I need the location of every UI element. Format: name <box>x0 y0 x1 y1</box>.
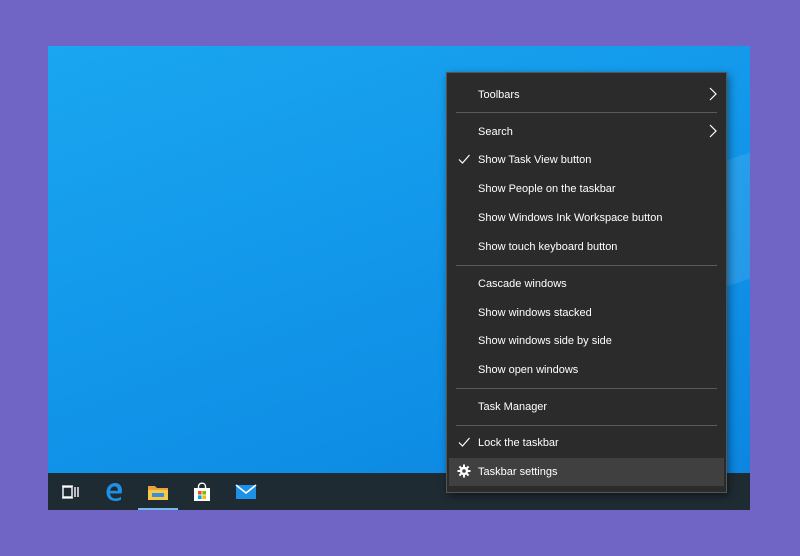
menu-item-lock-taskbar[interactable]: Lock the taskbar <box>449 429 724 456</box>
menu-item-show-people[interactable]: Show People on the taskbar <box>449 175 724 202</box>
menu-item-show-touch-keyboard[interactable]: Show touch keyboard button <box>449 233 724 260</box>
menu-item-windows-stacked[interactable]: Show windows stacked <box>449 299 724 326</box>
menu-item-label: Toolbars <box>478 88 520 101</box>
menu-item-label: Show open windows <box>478 363 579 376</box>
edge-button[interactable] <box>92 473 136 510</box>
menu-separator <box>456 265 717 266</box>
menu-item-label: Show Windows Ink Workspace button <box>478 211 663 224</box>
menu-item-show-open-windows[interactable]: Show open windows <box>449 356 724 383</box>
file-explorer-button[interactable] <box>136 473 180 510</box>
menu-item-taskbar-settings[interactable]: Taskbar settings <box>449 458 724 486</box>
menu-item-label: Show windows side by side <box>478 334 612 347</box>
menu-item-label: Taskbar settings <box>478 466 558 478</box>
menu-item-show-task-view-button[interactable]: Show Task View button <box>449 146 724 173</box>
taskbar-context-menu: Toolbars Search Show Task View button Sh… <box>446 72 727 493</box>
menu-item-label: Show People on the taskbar <box>478 182 616 195</box>
file-explorer-icon <box>148 485 168 500</box>
menu-item-label: Lock the taskbar <box>478 436 559 449</box>
menu-item-label: Show touch keyboard button <box>478 240 618 253</box>
chevron-right-icon <box>709 124 717 138</box>
store-icon <box>194 481 210 501</box>
edge-icon <box>106 482 122 501</box>
menu-separator <box>456 425 717 426</box>
menu-item-label: Search <box>478 125 513 138</box>
menu-item-windows-side-by-side[interactable]: Show windows side by side <box>449 327 724 354</box>
task-view-button[interactable] <box>48 473 92 510</box>
menu-item-label: Cascade windows <box>478 277 567 290</box>
chevron-right-icon <box>709 87 717 101</box>
task-view-icon <box>62 484 79 499</box>
checkmark-icon <box>458 437 470 447</box>
menu-item-label: Show windows stacked <box>478 306 592 319</box>
mail-icon <box>235 483 257 499</box>
menu-item-search[interactable]: Search <box>449 118 724 145</box>
store-button[interactable] <box>180 473 224 510</box>
gear-icon <box>457 464 471 478</box>
menu-item-label: Show Task View button <box>478 153 592 166</box>
menu-item-toolbars[interactable]: Toolbars <box>449 81 724 108</box>
menu-item-label: Task Manager <box>478 400 548 413</box>
mail-button[interactable] <box>224 473 268 510</box>
menu-separator <box>456 112 717 113</box>
menu-separator <box>456 388 717 389</box>
menu-item-show-ink-workspace[interactable]: Show Windows Ink Workspace button <box>449 204 724 231</box>
checkmark-icon <box>458 154 470 164</box>
menu-item-task-manager[interactable]: Task Manager <box>449 393 724 420</box>
menu-item-cascade-windows[interactable]: Cascade windows <box>449 270 724 297</box>
